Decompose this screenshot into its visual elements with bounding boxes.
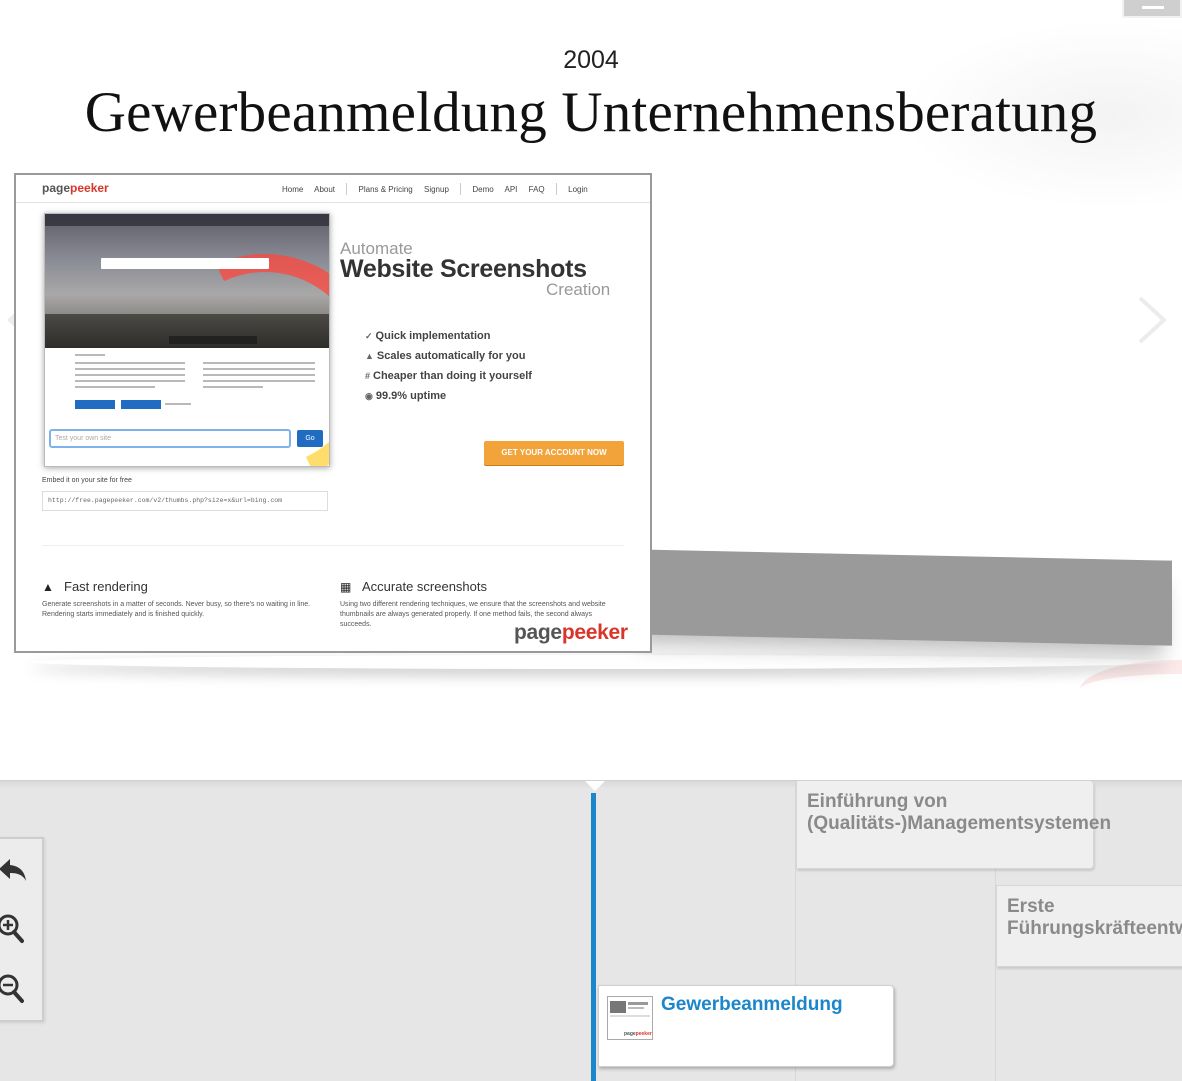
accurate-screenshots-title: ▦ Accurate screenshots [340,579,488,594]
go-button: Go [297,430,323,447]
fast-rendering-title: ▲ Fast rendering [42,579,148,594]
screenshot-shadow [630,549,1172,646]
timeline-navigation[interactable]: Einführung von (Qualitäts-)Managementsys… [0,780,1182,1081]
compare-icon: ▦ [340,580,352,594]
zoom-in-icon[interactable] [0,901,40,957]
nav-item: Home [282,185,304,194]
event-title: Gewerbeanmeldung [661,994,843,1015]
undo-arrow-icon[interactable] [0,841,40,897]
sample-browser-preview: Test your own site Go [44,213,330,467]
event-thumbnail: pagepeeker [607,996,653,1040]
nav-item: Login [568,185,588,194]
cookie-notice-preview [45,348,329,422]
zoom-controls [0,837,44,1022]
timeline-event-gewerbeanmeldung[interactable]: pagepeeker Gewerbeanmeldung [598,985,894,1067]
bing-background-image [45,214,329,466]
nav-item: Demo [472,185,494,194]
section-divider [42,545,624,546]
nav-item: About [314,185,336,194]
timeline-event-qms[interactable]: Einführung von (Qualitäts-)Managementsys… [796,781,1112,869]
background-swoosh-red [1080,660,1182,720]
screenshot-shadow-bottom [30,655,1170,669]
feature-list: ✓ Quick implementation ▲ Scales automatica… [365,329,532,409]
feature-item: ◉ 99.9% uptime [365,390,447,402]
nav-item: FAQ [528,185,545,194]
slide-year: 2004 [563,46,619,74]
get-account-button: GET YOUR ACCOUNT NOW [484,441,624,465]
timeline-current-marker [591,793,596,1081]
screenshot-header: pagepeeker Home About Plans & Pricing Si… [16,175,650,203]
event-title: Erste Führungskräfteentwicklung [1007,896,1182,939]
nav-item: Plans & Pricing [358,185,413,194]
test-site-input: Test your own site [49,429,291,448]
flame-icon: ▲ [42,580,54,594]
feature-item: # Cheaper than doing it yourself [365,370,532,382]
nav-item: Signup [423,185,449,194]
fast-rendering-text: Generate screenshots in a matter of seco… [42,601,311,618]
timeline-event-fuehrungskraefte[interactable]: Erste Führungskräfteentwicklung [996,885,1182,967]
slide-viewer: 2004 Gewerbeanmeldung Unternehmensberatu… [0,0,1182,780]
embed-code-field: http://free.pagepeeker.com/v2/thumbs.php… [42,491,328,511]
slide-title: Gewerbeanmeldung Unternehmensberatung [84,81,1098,144]
feature-item: ▲ Scales automatically for you [365,350,526,362]
pagepeeker-watermark: pagepeeker [514,621,628,644]
embed-label: Embed it on your site for free [42,477,132,484]
feature-item: ✓ Quick implementation [365,330,491,342]
pagepeeker-logo: pagepeeker [42,181,109,195]
chevron-right-icon[interactable] [1134,294,1174,346]
website-screenshot[interactable]: pagepeeker Home About Plans & Pricing Si… [14,173,652,653]
timeline-marker-notch [584,781,606,791]
menu-toggle-button[interactable] [1122,0,1182,18]
hero-creation: Creation [546,280,611,299]
nav-item: API [504,185,518,194]
screenshot-nav: Home About Plans & Pricing Signup Demo A… [282,183,597,195]
zoom-out-icon[interactable] [0,961,40,1017]
event-title: Einführung von (Qualitäts-)Managementsys… [807,791,1112,834]
